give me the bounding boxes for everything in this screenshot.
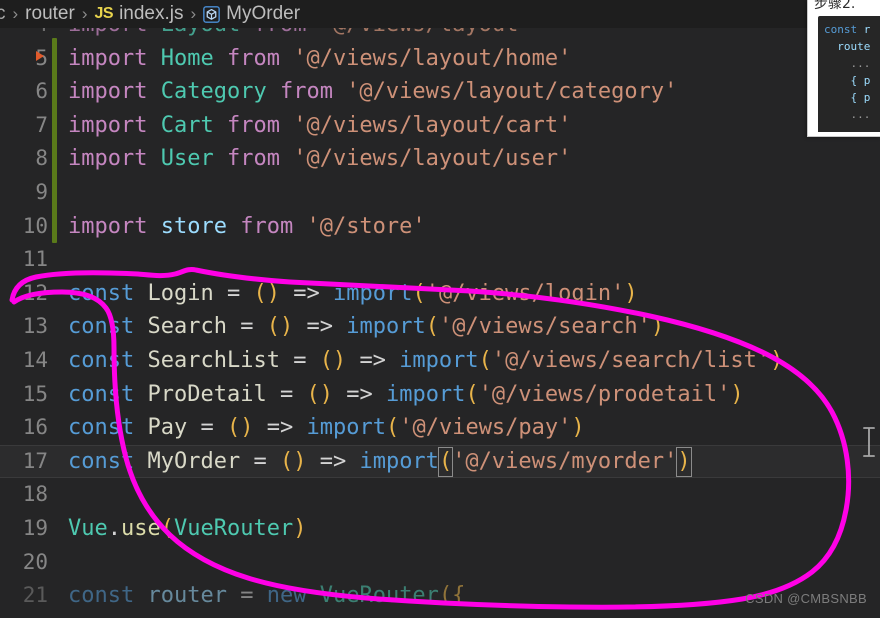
line-content: import Layout from '@/views/layout' <box>68 26 532 42</box>
breadcrumb-separator-2: › <box>81 4 88 23</box>
line-number: 17 <box>22 448 48 473</box>
line-number: 12 <box>22 280 48 305</box>
code-line[interactable]: 11 <box>0 243 880 277</box>
line-number: 4 <box>0 26 48 42</box>
line-number: 13 <box>22 314 48 339</box>
code-line[interactable]: 19 Vue.use(VueRouter) <box>0 512 880 546</box>
code-line[interactable]: 5 import Home from '@/views/layout/home' <box>0 42 880 76</box>
code-editor[interactable]: 4 import Layout from '@/views/layout' 5 … <box>0 26 880 618</box>
line-number: 11 <box>22 247 48 272</box>
line-content: Vue.use(VueRouter) <box>68 515 307 541</box>
line-content: const Login = () => import('@/views/logi… <box>68 280 638 306</box>
line-number: 20 <box>22 549 48 574</box>
fold-region-marker-icon[interactable] <box>36 51 44 61</box>
code-line[interactable]: 9 <box>0 176 880 210</box>
line-content: import Home from '@/views/layout/home' <box>68 45 572 71</box>
symbol-module-icon <box>203 5 220 23</box>
code-line[interactable]: 15 const ProDetail = () => import('@/vie… <box>0 378 880 412</box>
code-line[interactable]: 6 import Category from '@/views/layout/c… <box>0 75 880 109</box>
breadcrumb-item-index-js[interactable]: JS index.js <box>94 3 183 25</box>
breadcrumb-item-router-label: router <box>25 3 75 24</box>
line-content: import User from '@/views/layout/user' <box>68 146 572 172</box>
breadcrumb-separator-3: › <box>190 4 197 23</box>
line-content: const MyOrder = () => import('@/views/my… <box>68 446 692 477</box>
line-content: const ProDetail = () => import('@/views/… <box>68 381 744 407</box>
watermark: CSDN @CMBSNBB <box>745 591 867 606</box>
line-number: 18 <box>22 482 48 507</box>
line-content: const router = new VueRouter({ <box>68 583 466 609</box>
code-line[interactable]: 13 const Search = () => import('@/views/… <box>0 310 880 344</box>
bracket-match-close: ) <box>676 446 692 477</box>
line-content: import Cart from '@/views/layout/cart' <box>68 112 572 138</box>
js-file-icon: JS <box>94 5 114 22</box>
line-number: 19 <box>22 515 48 540</box>
line-number: 10 <box>22 213 48 238</box>
bracket-match-open: ( <box>437 446 454 477</box>
code-line-current[interactable]: 17 const MyOrder = () => import('@/views… <box>0 444 880 479</box>
line-content: const Search = () => import('@/views/sea… <box>68 314 665 340</box>
line-content: import Category from '@/views/layout/cat… <box>68 79 678 105</box>
line-number: 21 <box>22 583 48 608</box>
inset-code-snippet: const r route ... { p { p ... <box>818 16 880 132</box>
line-content: import store from '@/store' <box>68 213 426 239</box>
breadcrumb-item-router[interactable]: router <box>25 3 75 25</box>
git-modified-indicator <box>52 38 57 243</box>
breadcrumb-item-index-js-label: index.js <box>119 3 184 24</box>
code-line[interactable]: 14 const SearchList = () => import('@/vi… <box>0 344 880 378</box>
code-line[interactable]: 10 import store from '@/store' <box>0 210 880 244</box>
inset-code-line: const r <box>824 23 871 36</box>
line-number: 16 <box>22 415 48 440</box>
line-number: 6 <box>35 79 48 104</box>
inset-reference-panel[interactable]: 步骤2. const r route ... { p { p ... <box>807 0 880 137</box>
line-number: 14 <box>22 347 48 372</box>
breadcrumb-truncated-prefix: c <box>0 3 6 24</box>
code-line[interactable]: 7 import Cart from '@/views/layout/cart' <box>0 109 880 143</box>
inset-code-line: route <box>837 40 871 53</box>
code-line[interactable]: 16 const Pay = () => import('@/views/pay… <box>0 411 880 445</box>
code-line[interactable]: 8 import User from '@/views/layout/user' <box>0 142 880 176</box>
inset-code-line: { p <box>850 91 871 104</box>
code-line[interactable]: 4 import Layout from '@/views/layout' <box>0 26 880 42</box>
line-number: 8 <box>35 146 48 171</box>
code-line[interactable]: 20 <box>0 546 880 580</box>
line-number: 7 <box>35 112 48 137</box>
inset-panel-title: 步骤2. <box>814 0 856 12</box>
line-content: const Pay = () => import('@/views/pay') <box>68 415 585 441</box>
inset-code-line: { p <box>850 74 871 87</box>
code-line[interactable]: 12 const Login = () => import('@/views/l… <box>0 277 880 311</box>
code-line[interactable]: 18 <box>0 478 880 512</box>
inset-code-line: ... <box>850 57 871 70</box>
inset-code-line: ... <box>850 108 871 121</box>
editor-window: c › router › JS index.js › MyOrder 5 imp… <box>0 0 880 618</box>
breadcrumb-item-myorder-label: MyOrder <box>226 3 301 24</box>
code-lines: 4 import Layout from '@/views/layout' 5 … <box>0 26 880 613</box>
line-number: 9 <box>35 179 48 204</box>
line-content: const SearchList = () => import('@/views… <box>68 347 784 373</box>
breadcrumb-item-myorder[interactable]: MyOrder <box>203 3 300 25</box>
breadcrumb-separator-1: › <box>12 4 19 23</box>
line-number: 15 <box>22 381 48 406</box>
breadcrumb[interactable]: c › router › JS index.js › MyOrder <box>0 0 880 28</box>
